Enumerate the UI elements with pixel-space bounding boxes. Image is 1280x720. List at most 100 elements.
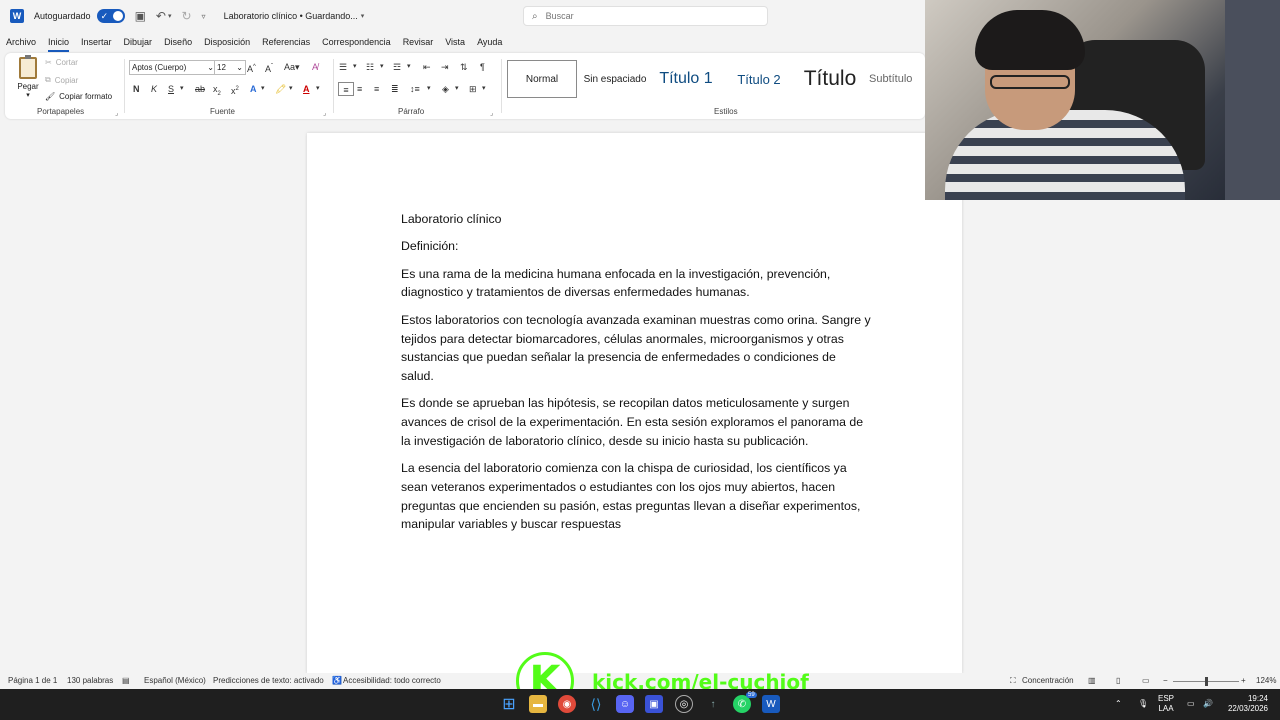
tab-dibujar[interactable]: Dibujar bbox=[118, 34, 159, 52]
chevron-down-icon[interactable]: ▾ bbox=[289, 82, 293, 96]
tab-inicio[interactable]: Inicio bbox=[42, 34, 75, 52]
language-status[interactable]: Español (México) bbox=[144, 676, 206, 685]
style-normal[interactable]: Normal bbox=[507, 60, 577, 98]
format-painter-button[interactable]: 🖌 Copiar formato bbox=[45, 92, 112, 101]
display-icon[interactable]: ▭ bbox=[1187, 699, 1195, 709]
clear-formatting-icon[interactable]: A̸ bbox=[312, 60, 318, 74]
language-indicator[interactable]: ESP LAA bbox=[1158, 694, 1174, 714]
focus-button[interactable]: Concentración bbox=[1022, 676, 1074, 685]
vscode-icon[interactable]: ⟨⟩ bbox=[587, 695, 605, 713]
zoom-in-icon[interactable]: + bbox=[1241, 676, 1246, 685]
font-family-select[interactable]: Aptos (Cuerpo) ⌄ bbox=[129, 60, 217, 75]
grow-font-icon[interactable]: A^ bbox=[247, 60, 256, 74]
shading-icon[interactable]: ◈ bbox=[442, 82, 449, 96]
chevron-down-icon[interactable]: ▾ bbox=[353, 60, 357, 74]
dialog-launcher-icon[interactable]: ⌟ bbox=[115, 109, 118, 117]
bold-icon[interactable]: N bbox=[133, 82, 140, 96]
chevron-down-icon[interactable]: ▾ bbox=[427, 82, 431, 96]
tab-archivo[interactable]: Archivo bbox=[0, 34, 42, 52]
clock[interactable]: 19:24 22/03/2026 bbox=[1224, 694, 1268, 714]
subscript-icon[interactable]: x2 bbox=[213, 82, 221, 97]
page-count[interactable]: Página 1 de 1 bbox=[8, 676, 57, 685]
text-predictions-status[interactable]: Predicciones de texto: activado bbox=[213, 676, 324, 685]
doc-paragraph[interactable]: Definición: bbox=[401, 237, 871, 256]
doc-paragraph[interactable]: La esencia del laboratorio comienza con … bbox=[401, 459, 871, 534]
chevron-down-icon[interactable]: ▾ bbox=[361, 12, 365, 20]
highlighter-icon[interactable]: 🖍 bbox=[275, 82, 286, 96]
microphone-icon[interactable]: 🎙 bbox=[1138, 699, 1148, 709]
align-right-icon[interactable]: ≡ bbox=[374, 82, 379, 96]
shrink-font-icon[interactable]: Aˇ bbox=[265, 60, 273, 74]
document-title[interactable]: Laboratorio clínico • Guardando... bbox=[224, 11, 358, 21]
strikethrough-icon[interactable]: ab bbox=[195, 82, 205, 96]
doc-title-line[interactable]: Laboratorio clínico bbox=[401, 210, 871, 229]
proofing-icon[interactable]: ▤ bbox=[122, 676, 130, 685]
style-heading-1[interactable]: Título 1 bbox=[653, 60, 719, 98]
chevron-down-icon[interactable]: ▾ bbox=[482, 82, 486, 96]
web-layout-icon[interactable]: ▭ bbox=[1142, 676, 1150, 685]
accessibility-icon[interactable]: ♿ bbox=[332, 676, 342, 685]
doc-paragraph[interactable]: Estos laboratorios con tecnología avanza… bbox=[401, 311, 871, 386]
copy-button[interactable]: ⧉ Copiar bbox=[45, 75, 78, 85]
chevron-down-icon[interactable]: ▾ bbox=[180, 82, 184, 96]
start-icon[interactable]: ⊞ bbox=[500, 695, 518, 713]
italic-icon[interactable]: K bbox=[151, 82, 157, 96]
zoom-slider-thumb[interactable] bbox=[1205, 677, 1208, 686]
chevron-up-icon[interactable]: ⌃ bbox=[1115, 699, 1122, 709]
sort-icon[interactable]: ⇅ bbox=[460, 60, 468, 74]
autosave-toggle[interactable]: ✓ bbox=[96, 9, 125, 23]
chevron-down-icon[interactable]: ▾ bbox=[407, 60, 411, 74]
file-explorer-icon[interactable]: ▬ bbox=[529, 695, 547, 713]
dialog-launcher-icon[interactable]: ⌟ bbox=[490, 109, 493, 117]
tab-ayuda[interactable]: Ayuda bbox=[471, 34, 508, 52]
bullets-icon[interactable]: ☰ bbox=[339, 60, 347, 74]
tab-referencias[interactable]: Referencias bbox=[256, 34, 316, 52]
cut-button[interactable]: ✂ Cortar bbox=[45, 58, 78, 67]
multilevel-list-icon[interactable]: ☲ bbox=[393, 60, 401, 74]
increase-indent-icon[interactable]: ⇥ bbox=[441, 60, 449, 74]
underline-icon[interactable]: S bbox=[168, 82, 174, 96]
chevron-down-icon[interactable]: ▾ bbox=[261, 82, 265, 96]
style-no-spacing[interactable]: Sin espaciado bbox=[579, 60, 651, 98]
chevron-down-icon[interactable]: ▾ bbox=[168, 12, 172, 20]
accessibility-status[interactable]: Accesibilidad: todo correcto bbox=[343, 676, 441, 685]
print-layout-icon[interactable]: ▯ bbox=[1116, 676, 1120, 685]
volume-icon[interactable]: 🔊 bbox=[1203, 699, 1213, 709]
line-spacing-icon[interactable]: ↕≡ bbox=[410, 82, 420, 96]
paste-button[interactable]: Pegar ▾ bbox=[15, 55, 41, 99]
style-title[interactable]: Título bbox=[797, 60, 863, 98]
tab-disposicion[interactable]: Disposición bbox=[198, 34, 256, 52]
align-left-icon[interactable]: ≡ bbox=[338, 82, 354, 96]
font-color-icon[interactable]: A bbox=[303, 82, 310, 96]
style-heading-2[interactable]: Título 2 bbox=[723, 60, 795, 98]
pin-icon[interactable]: ↑ bbox=[704, 695, 722, 713]
dialog-launcher-icon[interactable]: ⌟ bbox=[323, 109, 326, 117]
customize-toolbar-icon[interactable]: ▿ bbox=[202, 12, 206, 21]
superscript-icon[interactable]: x2 bbox=[231, 82, 239, 96]
text-effects-icon[interactable]: A bbox=[250, 82, 257, 96]
discord-icon[interactable]: ☺ bbox=[616, 695, 634, 713]
chevron-down-icon[interactable]: ▾ bbox=[316, 82, 320, 96]
pilcrow-icon[interactable]: ¶ bbox=[480, 60, 485, 74]
doc-paragraph[interactable]: Es donde se aprueban las hipótesis, se r… bbox=[401, 394, 871, 450]
word-count[interactable]: 130 palabras bbox=[67, 676, 113, 685]
document-page[interactable]: Laboratorio clínico Definición: Es una r… bbox=[307, 133, 962, 674]
document-body[interactable]: Laboratorio clínico Definición: Es una r… bbox=[401, 210, 871, 543]
search-box[interactable]: ⌕ bbox=[523, 6, 768, 26]
zoom-out-icon[interactable]: − bbox=[1163, 676, 1168, 685]
tab-vista[interactable]: Vista bbox=[439, 34, 471, 52]
tab-correspondencia[interactable]: Correspondencia bbox=[316, 34, 397, 52]
doc-paragraph[interactable]: Es una rama de la medicina humana enfoca… bbox=[401, 265, 871, 302]
style-subtitle[interactable]: Subtítulo bbox=[869, 60, 925, 98]
chrome-icon[interactable]: ◉ bbox=[558, 695, 576, 713]
chevron-down-icon[interactable]: ▾ bbox=[380, 60, 384, 74]
justify-icon[interactable]: ≣ bbox=[391, 82, 399, 96]
redo-icon[interactable]: ↻ bbox=[181, 9, 191, 23]
tab-revisar[interactable]: Revisar bbox=[397, 34, 440, 52]
save-icon[interactable]: ▣ bbox=[135, 9, 146, 23]
tab-diseno[interactable]: Diseño bbox=[158, 34, 198, 52]
borders-icon[interactable]: ⊞ bbox=[469, 82, 477, 96]
focus-icon[interactable]: ⛶ bbox=[1010, 676, 1016, 686]
font-size-select[interactable]: 12 ⌄ bbox=[214, 60, 246, 75]
undo-icon[interactable]: ↶ bbox=[156, 9, 166, 23]
